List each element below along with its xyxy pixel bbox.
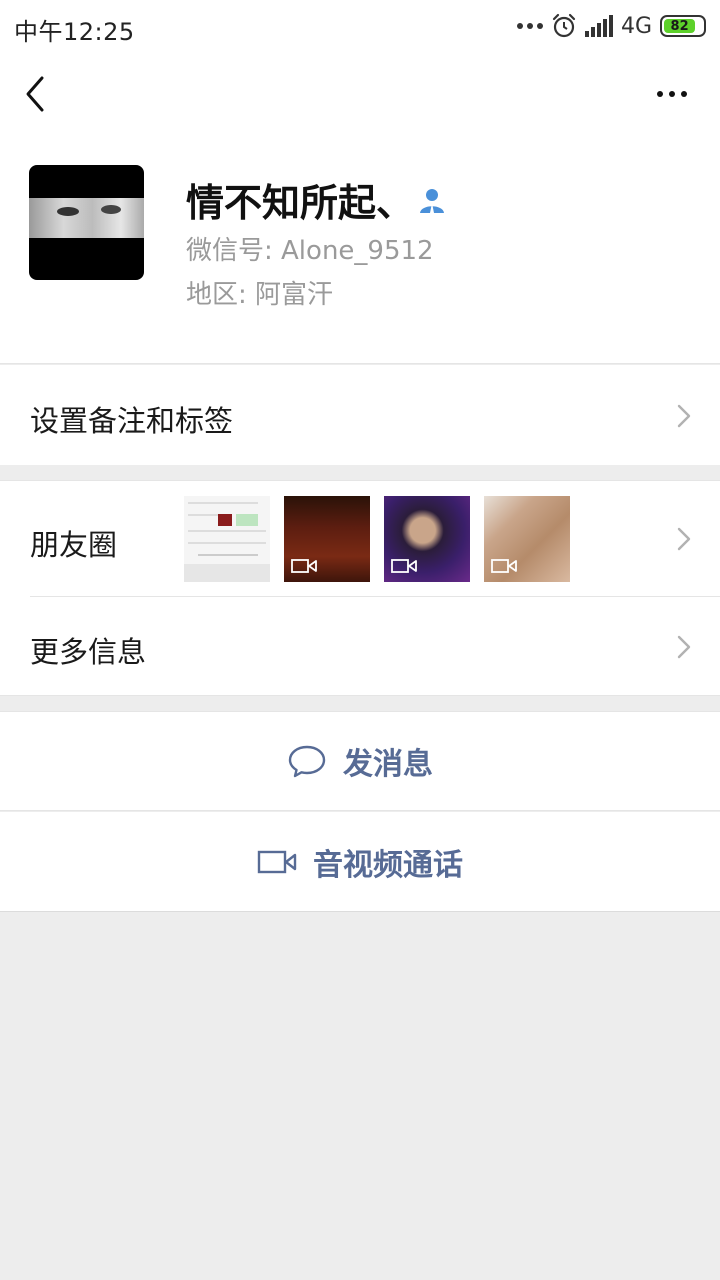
signal-icon [584, 15, 613, 37]
moments-label: 朋友圈 [30, 528, 118, 562]
profile-card: 情不知所起、 微信号: Alone_9512 地区: 阿富汗 [0, 136, 720, 364]
status-bar: 中午12:25 4G 82 [0, 0, 720, 52]
moments-thumb-3[interactable] [384, 496, 470, 582]
remark-tags-label: 设置备注和标签 [30, 404, 234, 438]
video-icon [391, 559, 417, 573]
avatar[interactable] [29, 165, 144, 280]
back-arrow-icon[interactable] [20, 74, 52, 114]
moments-thumb-4[interactable] [484, 496, 570, 582]
region: 地区: 阿富汗 [186, 280, 334, 310]
chevron-right-icon [677, 635, 691, 659]
video-icon [491, 559, 517, 573]
send-message-button[interactable]: 发消息 [0, 711, 720, 811]
contact-name: 情不知所起、 [186, 181, 415, 225]
more-info-label: 更多信息 [30, 635, 147, 669]
video-icon [291, 559, 317, 573]
status-icons: 4G 82 [516, 12, 706, 40]
nav-bar [0, 52, 720, 136]
wechat-id: 微信号: Alone_9512 [186, 236, 434, 266]
chevron-right-icon [677, 527, 691, 551]
send-message-label: 发消息 [343, 747, 433, 782]
chevron-right-icon [677, 404, 691, 428]
video-call-label: 音视频通话 [313, 847, 463, 883]
moments-thumb-1[interactable] [184, 496, 270, 582]
battery-level: 82 [664, 19, 696, 34]
network-type: 4G [620, 13, 652, 39]
contact-person-icon [420, 188, 445, 214]
more-info-row[interactable]: 更多信息 [0, 597, 720, 697]
name-row: 情不知所起、 [186, 172, 446, 227]
status-time: 中午12:25 [14, 18, 135, 46]
moments-group: 朋友圈 更多信息 [0, 480, 720, 696]
remark-tags-row[interactable]: 设置备注和标签 [0, 365, 720, 465]
battery-icon: 82 [660, 15, 706, 37]
chat-bubble-icon [288, 745, 326, 778]
more-dots-icon [516, 23, 543, 29]
video-camera-icon [257, 850, 297, 873]
video-call-button[interactable]: 音视频通话 [0, 812, 720, 912]
more-options-button[interactable] [652, 82, 692, 106]
moments-thumb-2[interactable] [284, 496, 370, 582]
moments-row[interactable]: 朋友圈 [0, 481, 720, 596]
moments-thumbnails [184, 496, 570, 582]
alarm-icon [552, 13, 576, 38]
